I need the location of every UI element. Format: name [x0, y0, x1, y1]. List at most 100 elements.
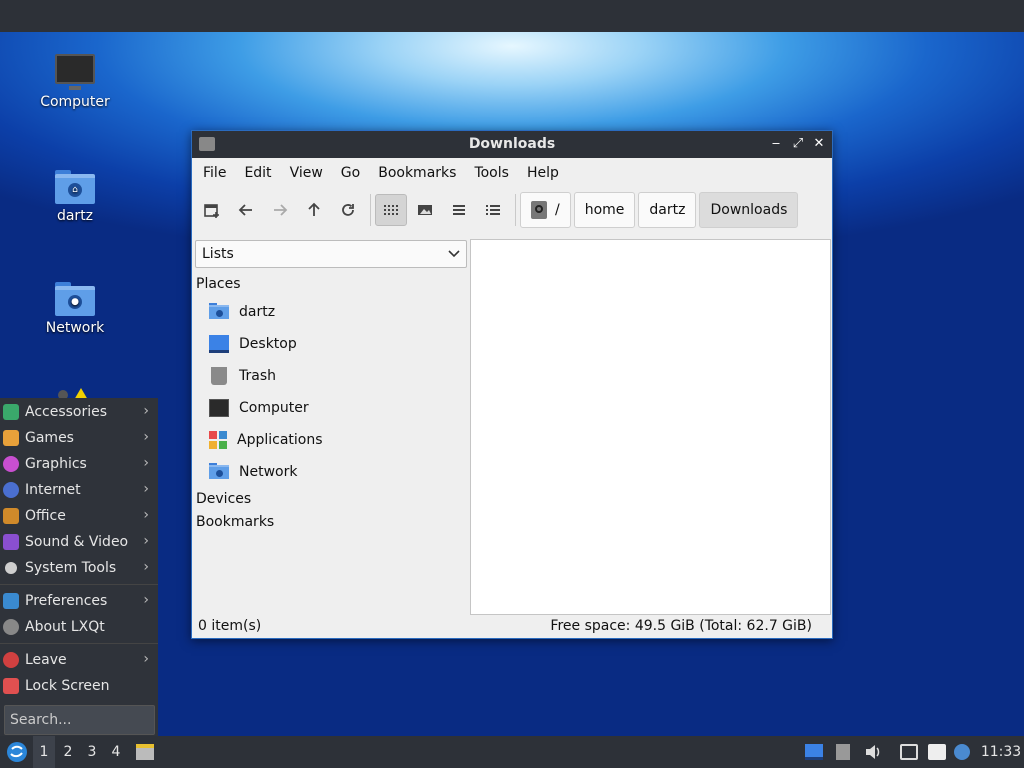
- lock-icon: [3, 678, 19, 694]
- menu-preferences[interactable]: Preferences ›: [0, 588, 158, 614]
- menu-item-label: Sound & Video: [25, 534, 129, 550]
- path-segment: home: [584, 202, 625, 218]
- office-icon: [3, 508, 19, 524]
- menu-item-label: Graphics: [25, 456, 87, 472]
- menu-graphics[interactable]: Graphics ›: [0, 451, 158, 477]
- place-label: Trash: [239, 368, 276, 384]
- menu-edit[interactable]: Edit: [235, 165, 280, 181]
- chevron-right-icon: ›: [143, 403, 149, 419]
- menu-go[interactable]: Go: [332, 165, 369, 181]
- chevron-right-icon: ›: [143, 507, 149, 523]
- menu-item-label: System Tools: [25, 560, 117, 576]
- graphics-icon: [3, 456, 19, 472]
- file-list-area[interactable]: [470, 239, 831, 615]
- file-manager-task-icon[interactable]: [134, 736, 156, 768]
- menu-help[interactable]: Help: [518, 165, 568, 181]
- volume-icon[interactable]: [864, 744, 882, 760]
- place-network[interactable]: Network: [193, 456, 467, 488]
- clock[interactable]: 11:33: [978, 736, 1024, 768]
- side-pane-mode-select[interactable]: Lists: [195, 240, 467, 268]
- forward-icon[interactable]: [264, 194, 296, 226]
- desktop-switch-3[interactable]: 3: [81, 736, 103, 768]
- menu-office[interactable]: Office ›: [0, 503, 158, 529]
- window-titlebar[interactable]: Downloads ‒ ⤢ ✕: [192, 131, 832, 158]
- menu-item-label: Accessories: [25, 404, 108, 420]
- place-computer[interactable]: Computer: [193, 392, 467, 424]
- notes-icon[interactable]: [928, 744, 946, 760]
- menu-sound-video[interactable]: Sound & Video ›: [0, 529, 158, 555]
- desktop-switch-2[interactable]: 2: [57, 736, 79, 768]
- close-button[interactable]: ✕: [809, 134, 829, 154]
- show-desktop-icon[interactable]: [805, 744, 823, 760]
- menu-about-lxqt[interactable]: About LXQt: [0, 614, 158, 640]
- place-desktop[interactable]: Desktop: [193, 328, 467, 360]
- menu-system-tools[interactable]: System Tools ›: [0, 555, 158, 581]
- preferences-icon: [3, 593, 19, 609]
- place-home[interactable]: dartz: [193, 296, 467, 328]
- path-dartz[interactable]: dartz: [638, 192, 697, 228]
- drive-icon: [531, 201, 547, 219]
- start-menu-button[interactable]: [4, 736, 30, 768]
- trash-icon: [211, 367, 227, 385]
- menu-separator: [0, 584, 158, 585]
- maximize-button[interactable]: ⤢: [788, 134, 808, 154]
- place-label: Network: [239, 464, 298, 480]
- updates-icon[interactable]: [954, 744, 970, 760]
- menu-tools[interactable]: Tools: [465, 165, 518, 181]
- applications-icon: [209, 431, 227, 449]
- place-label: Applications: [237, 432, 323, 448]
- path-segment: /: [555, 202, 560, 218]
- menu-lock-screen[interactable]: Lock Screen: [0, 673, 158, 699]
- icon-view-icon[interactable]: [375, 194, 407, 226]
- chevron-right-icon: ›: [143, 429, 149, 445]
- file-manager-window: Downloads ‒ ⤢ ✕ File Edit View Go Bookma…: [191, 130, 833, 639]
- chevron-right-icon: ›: [143, 651, 149, 667]
- menu-file[interactable]: File: [194, 165, 235, 181]
- network-status-icon[interactable]: [900, 744, 918, 760]
- section-places[interactable]: Places: [193, 273, 467, 296]
- section-bookmarks[interactable]: Bookmarks: [193, 511, 467, 534]
- desktop-icon-label: Computer: [40, 94, 110, 110]
- desktop-icon-computer[interactable]: Computer: [25, 54, 125, 110]
- desktop-icon-home[interactable]: ⌂ dartz: [25, 170, 125, 224]
- menu-separator: [0, 643, 158, 644]
- chevron-right-icon: ›: [143, 592, 149, 608]
- menu-leave[interactable]: Leave ›: [0, 647, 158, 673]
- menu-games[interactable]: Games ›: [0, 425, 158, 451]
- desktop-switch-1[interactable]: 1: [33, 736, 55, 768]
- desktop-switch-4[interactable]: 4: [105, 736, 127, 768]
- menu-item-label: Preferences: [25, 593, 108, 609]
- new-tab-icon[interactable]: [196, 194, 228, 226]
- back-icon[interactable]: [230, 194, 262, 226]
- menu-search-input[interactable]: Search...: [4, 705, 155, 735]
- menu-bookmarks[interactable]: Bookmarks: [369, 165, 465, 181]
- side-pane-mode-value: Lists: [202, 246, 234, 262]
- info-icon: [3, 619, 19, 635]
- clipboard-icon[interactable]: [836, 744, 850, 760]
- menu-item-label: Office: [25, 508, 66, 524]
- menu-view[interactable]: View: [281, 165, 332, 181]
- menu-item-label: About LXQt: [25, 619, 105, 635]
- menu-accessories[interactable]: Accessories ›: [0, 399, 158, 425]
- desktop-icon-network[interactable]: ● Network: [25, 282, 125, 336]
- desktop-icon-label: Network: [45, 320, 105, 336]
- thumbnail-view-icon[interactable]: [409, 194, 441, 226]
- place-applications[interactable]: Applications: [193, 424, 467, 456]
- compact-view-icon[interactable]: [443, 194, 475, 226]
- place-label: Desktop: [239, 336, 297, 352]
- network-folder-icon: [209, 463, 229, 481]
- menu-internet[interactable]: Internet ›: [0, 477, 158, 503]
- path-root[interactable]: /: [520, 192, 571, 228]
- lxqt-logo-icon: [7, 742, 27, 762]
- path-downloads[interactable]: Downloads: [699, 192, 799, 228]
- reload-icon[interactable]: [332, 194, 364, 226]
- section-devices[interactable]: Devices: [193, 488, 467, 511]
- minimize-button[interactable]: ‒: [766, 134, 786, 154]
- path-home[interactable]: home: [573, 192, 636, 228]
- up-icon[interactable]: [298, 194, 330, 226]
- detailed-list-icon[interactable]: [477, 194, 509, 226]
- path-segment: Downloads: [710, 202, 788, 218]
- computer-icon: [209, 399, 229, 417]
- place-trash[interactable]: Trash: [193, 360, 467, 392]
- network-folder-icon: ●: [55, 282, 95, 316]
